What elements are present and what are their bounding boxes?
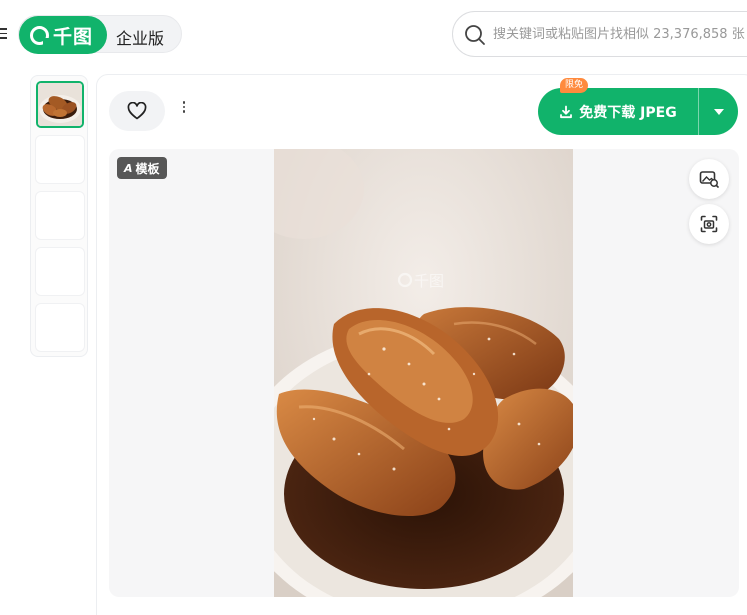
- caret-down-icon: [713, 108, 724, 115]
- favorite-button[interactable]: [109, 91, 165, 131]
- ai-icon: A: [124, 161, 133, 175]
- detail-card: 免费下载 JPEG 限免 千图 A 模板: [96, 74, 747, 615]
- image-search-button[interactable]: [689, 159, 729, 199]
- edition-label[interactable]: 企业版: [116, 25, 164, 49]
- search-bar[interactable]: [452, 11, 747, 57]
- template-badge-label: 模板: [135, 161, 160, 176]
- search-input[interactable]: [493, 12, 747, 56]
- thumbnail-4[interactable]: [36, 248, 84, 295]
- image-search-icon: [699, 171, 719, 188]
- camera-scan-icon: [700, 215, 718, 233]
- thumbnail-strip: [30, 75, 88, 357]
- watermark-text: 千图: [414, 272, 444, 290]
- camera-scan-button[interactable]: [689, 204, 729, 244]
- search-icon[interactable]: [464, 24, 486, 46]
- logo[interactable]: 千图: [19, 16, 107, 54]
- more-vertical-icon[interactable]: [179, 101, 189, 121]
- download-button[interactable]: 免费下载 JPEG: [538, 88, 698, 135]
- brand-switcher[interactable]: 千图 企业版: [18, 15, 182, 54]
- logo-text: 千图: [53, 25, 94, 48]
- logo-ring-icon: [30, 25, 50, 45]
- thumbnail-2[interactable]: [36, 136, 84, 183]
- thumbnail-5[interactable]: [36, 304, 84, 351]
- download-options-button[interactable]: [699, 88, 738, 135]
- free-badge: 限免: [560, 78, 589, 93]
- menu-icon[interactable]: [0, 28, 7, 39]
- heart-icon: [127, 102, 147, 120]
- template-badge: A 模板: [117, 157, 167, 179]
- download-label: 免费下载 JPEG: [579, 104, 677, 121]
- thumbnail-1[interactable]: [36, 81, 84, 128]
- thumbnail-1-image: [38, 83, 82, 126]
- download-button-group: 免费下载 JPEG: [538, 88, 738, 135]
- download-icon: [560, 105, 573, 118]
- image-preview: 千图 A 模板: [109, 149, 739, 597]
- page: 千图 企业版 搜关键词或粘贴图片找相似 23,376,858 张 免费下载 JP…: [0, 0, 747, 615]
- preview-image[interactable]: 千图: [274, 149, 573, 597]
- thumbnail-3[interactable]: [36, 192, 84, 239]
